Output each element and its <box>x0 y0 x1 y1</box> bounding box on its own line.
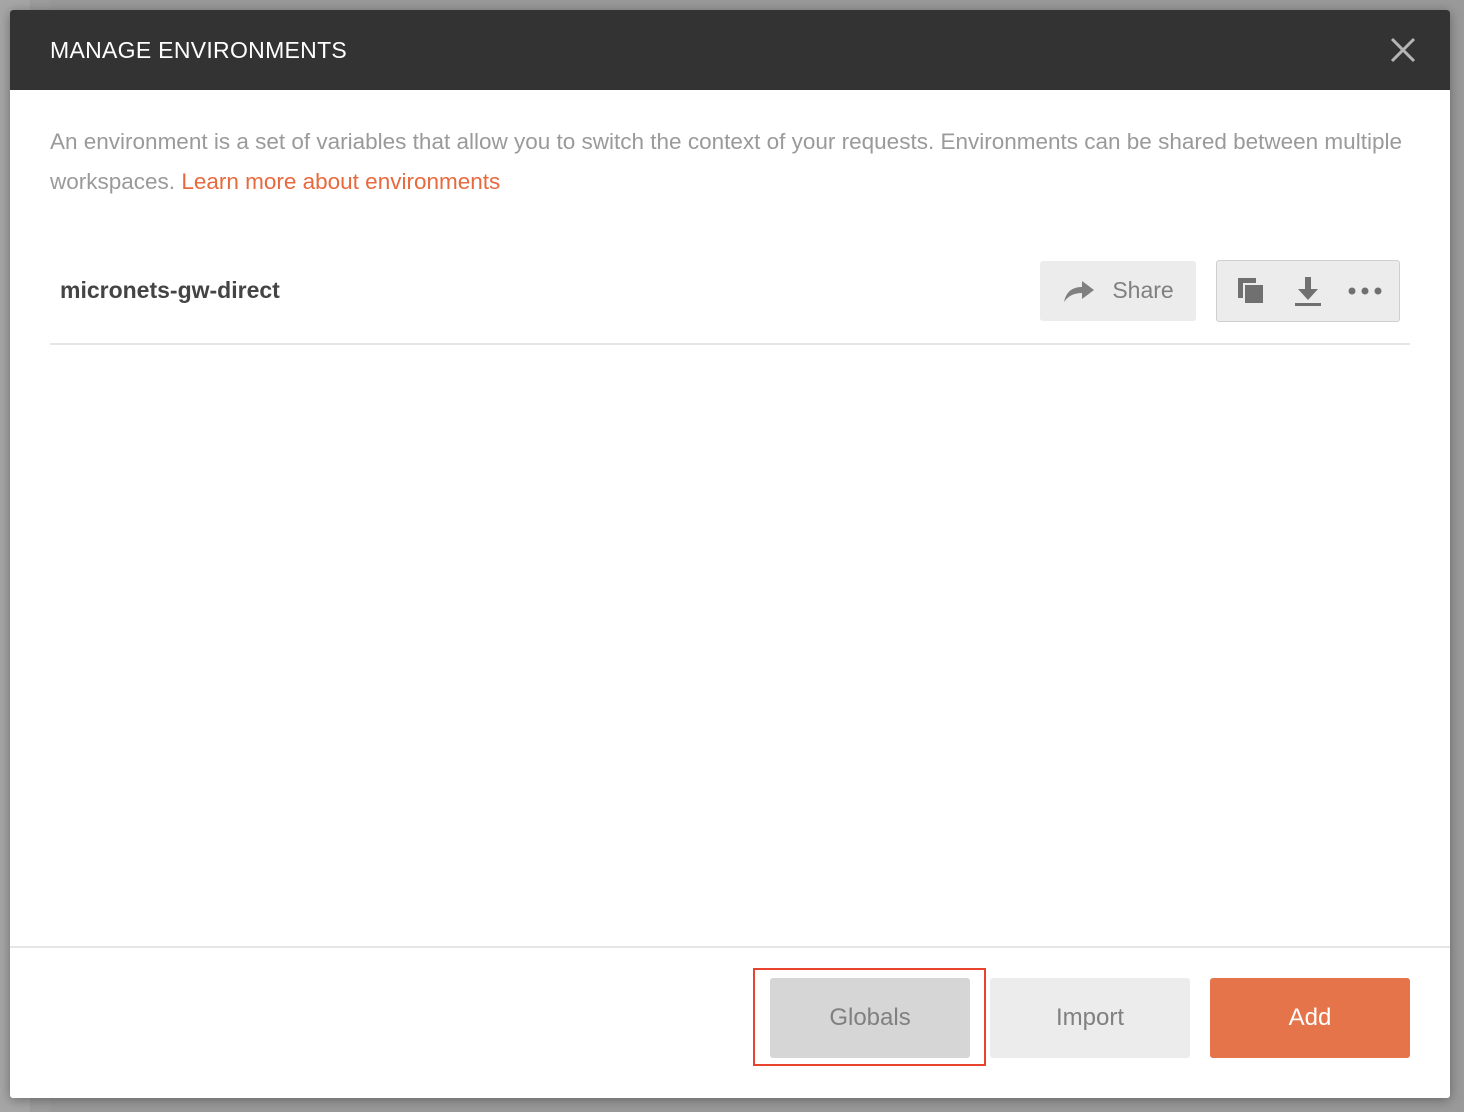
manage-environments-modal: MANAGE ENVIRONMENTS An environment is a … <box>10 10 1450 1098</box>
modal-body: An environment is a set of variables tha… <box>10 90 1450 946</box>
share-arrow-icon <box>1064 280 1095 302</box>
more-horizontal-icon <box>1348 287 1382 294</box>
add-button[interactable]: Add <box>1210 978 1410 1058</box>
modal-footer: Globals Import Add <box>10 946 1450 1098</box>
close-button[interactable] <box>1388 35 1418 65</box>
download-icon <box>1294 276 1321 306</box>
environment-row[interactable]: micronets-gw-direct Share <box>50 259 1410 345</box>
environment-action-group <box>1216 259 1400 322</box>
modal-title: MANAGE ENVIRONMENTS <box>50 36 348 63</box>
download-button[interactable] <box>1288 271 1328 311</box>
close-icon <box>1390 37 1416 63</box>
globals-button[interactable]: Globals <box>770 978 970 1058</box>
environment-name[interactable]: micronets-gw-direct <box>50 277 280 304</box>
more-options-button[interactable] <box>1345 271 1385 311</box>
modal-description: An environment is a set of variables tha… <box>50 122 1410 202</box>
duplicate-button[interactable] <box>1231 271 1271 311</box>
duplicate-icon <box>1238 277 1266 305</box>
learn-more-link[interactable]: Learn more about environments <box>181 169 500 194</box>
share-label: Share <box>1112 277 1174 303</box>
modal-header: MANAGE ENVIRONMENTS <box>10 10 1450 90</box>
environment-actions: Share <box>1040 259 1400 322</box>
share-button[interactable]: Share <box>1040 260 1196 321</box>
import-button[interactable]: Import <box>990 978 1190 1058</box>
